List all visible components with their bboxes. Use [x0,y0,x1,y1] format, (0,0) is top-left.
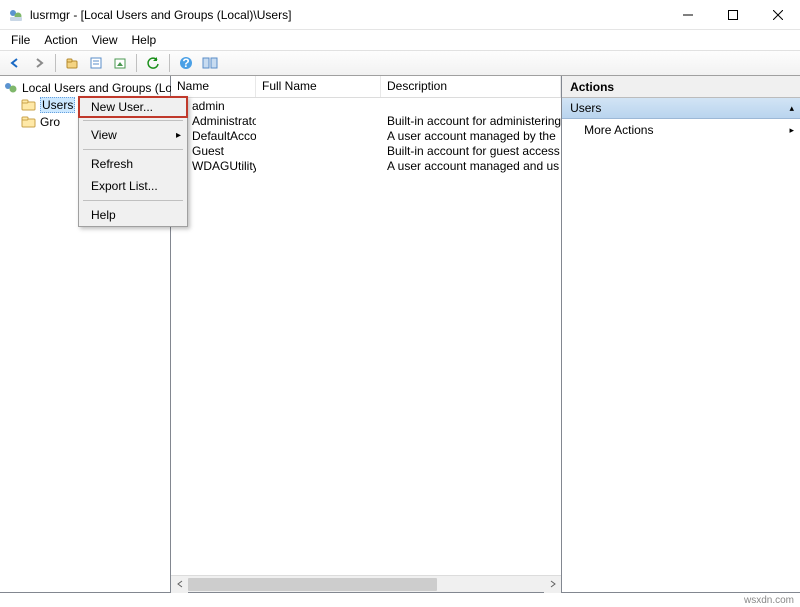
view-mode-button[interactable] [199,52,221,74]
watermark: wsxdn.com [744,595,794,606]
ctx-separator [83,149,183,150]
svg-text:?: ? [182,56,189,70]
actions-pane: Actions Users ▴ More Actions ▸ [562,76,800,592]
refresh-button[interactable] [142,52,164,74]
menu-bar: File Action View Help [0,30,800,50]
properties-button[interactable] [85,52,107,74]
list-row[interactable]: admin [171,98,561,113]
list-header: Name Full Name Description [171,76,561,98]
ctx-separator [83,120,183,121]
horizontal-scrollbar[interactable] [171,575,561,592]
ctx-export[interactable]: Export List... [79,175,187,197]
tree-groups-label: Gro [40,115,60,129]
folder-icon [21,114,37,130]
user-description: Built-in account for guest access [381,144,561,158]
scroll-thumb[interactable] [188,578,437,591]
user-description: A user account managed and us [381,159,561,173]
user-name: Administrator [192,114,256,128]
ctx-new-user[interactable]: New User... [78,96,188,118]
column-fullname[interactable]: Full Name [256,76,381,97]
user-name: admin [192,99,225,113]
toolbar: ? [0,50,800,76]
actions-header: Actions [562,76,800,98]
up-button[interactable] [61,52,83,74]
actions-more[interactable]: More Actions ▸ [562,119,800,141]
list-row[interactable]: Administrator Built-in account for admini… [171,113,561,128]
scroll-right-button[interactable] [544,576,561,593]
ctx-separator [83,200,183,201]
ctx-refresh[interactable]: Refresh [79,153,187,175]
actions-section-label: Users [570,101,601,115]
column-name[interactable]: Name [171,76,256,97]
window-title: lusrmgr - [Local Users and Groups (Local… [30,8,665,22]
collapse-icon: ▴ [789,103,794,114]
column-description[interactable]: Description [381,76,561,97]
submenu-icon: ▸ [789,125,794,136]
list-row[interactable]: DefaultAcco... A user account managed by … [171,128,561,143]
lusrmgr-icon [3,80,19,96]
tree-root-node[interactable]: Local Users and Groups (Local) [3,79,167,96]
forward-button[interactable] [28,52,50,74]
user-description: Built-in account for administering [381,114,561,128]
actions-section-users[interactable]: Users ▴ [562,98,800,119]
folder-icon [21,97,37,113]
list-row[interactable]: Guest Built-in account for guest access [171,143,561,158]
scroll-track[interactable] [188,576,544,593]
ctx-help[interactable]: Help [79,204,187,226]
scroll-left-button[interactable] [171,576,188,593]
ctx-view[interactable]: View [79,124,187,146]
menu-action[interactable]: Action [37,31,84,49]
app-icon [8,7,24,23]
user-description: A user account managed by the [381,129,561,143]
user-name: WDAGUtility... [192,159,256,173]
user-name: Guest [192,144,224,158]
minimize-button[interactable] [665,0,710,29]
actions-more-label: More Actions [584,123,653,137]
close-button[interactable] [755,0,800,29]
user-name: DefaultAcco... [192,129,256,143]
tree-users-label: Users [40,97,75,113]
menu-help[interactable]: Help [125,31,164,49]
menu-view[interactable]: View [85,31,125,49]
tree-root-label: Local Users and Groups (Local) [22,81,191,95]
list-row[interactable]: WDAGUtility... A user account managed and… [171,158,561,173]
list-body: adminAdministrator Built-in account for a… [171,98,561,575]
export-button[interactable] [109,52,131,74]
menu-file[interactable]: File [4,31,37,49]
list-pane: Name Full Name Description adminAdminist… [171,76,562,592]
back-button[interactable] [4,52,26,74]
context-menu: New User... View Refresh Export List... … [78,96,188,227]
maximize-button[interactable] [710,0,755,29]
help-button[interactable]: ? [175,52,197,74]
